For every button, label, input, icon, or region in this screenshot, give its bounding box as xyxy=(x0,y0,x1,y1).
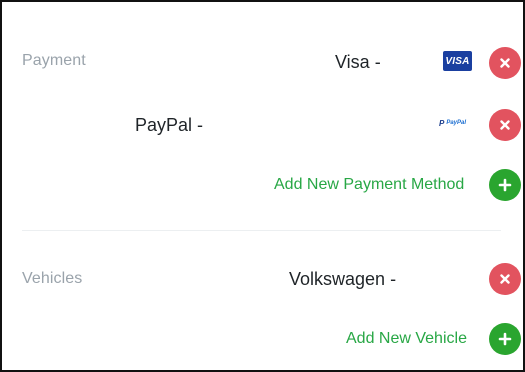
add-vehicle-link[interactable]: Add New Vehicle xyxy=(346,330,467,348)
visa-logo: VISA xyxy=(443,51,472,71)
payment-section-label: Payment xyxy=(22,52,86,69)
payment-item-visa-label: Visa - xyxy=(335,52,381,72)
add-payment-method-button[interactable] xyxy=(489,169,521,201)
vehicles-section-label: Vehicles xyxy=(22,270,83,287)
add-vehicle-button[interactable] xyxy=(489,323,521,355)
settings-panel: Payment Visa - VISA PayPal - P PayPal Ad… xyxy=(0,0,525,372)
plus-icon xyxy=(498,178,512,192)
payment-item-paypal-label: PayPal - xyxy=(135,115,204,135)
close-icon xyxy=(500,120,510,130)
section-divider xyxy=(22,230,501,231)
paypal-logo: P PayPal xyxy=(439,118,467,128)
plus-icon xyxy=(498,332,512,346)
close-icon xyxy=(500,274,510,284)
vehicle-item-volkswagen-label: Volkswagen - xyxy=(289,269,397,289)
add-payment-method-link[interactable]: Add New Payment Method xyxy=(274,176,464,194)
remove-volkswagen-button[interactable] xyxy=(489,263,521,295)
remove-visa-button[interactable] xyxy=(489,47,521,79)
close-icon xyxy=(500,58,510,68)
remove-paypal-button[interactable] xyxy=(489,109,521,141)
